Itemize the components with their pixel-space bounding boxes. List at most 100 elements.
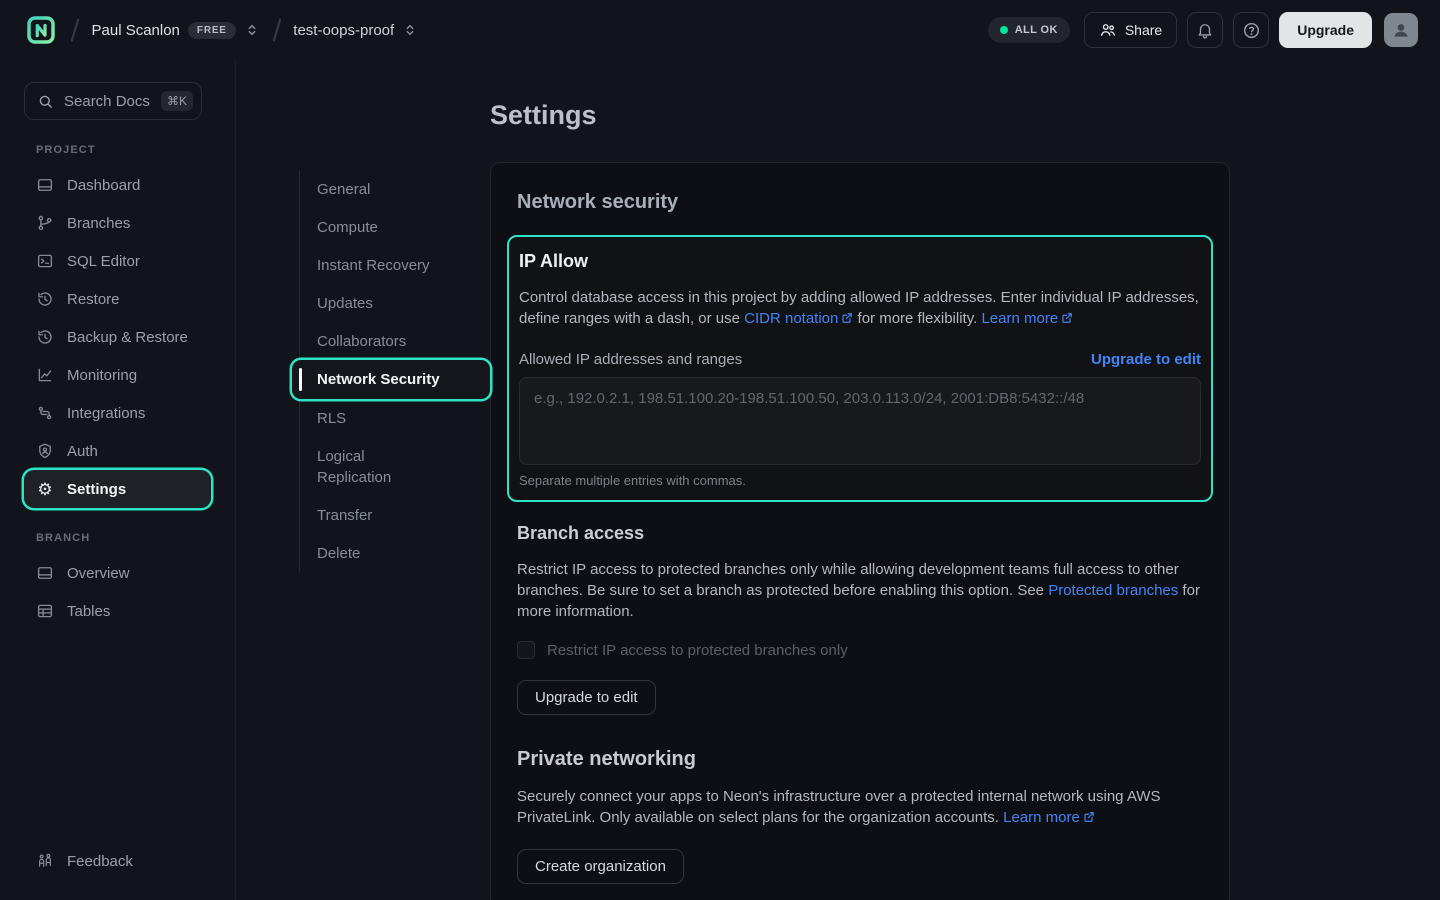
sidebar-item-settings[interactable]: ⚙ Settings — [24, 470, 211, 508]
ip-allow-desc-text: for more flexibility. — [853, 310, 981, 327]
neon-logo-icon — [25, 14, 57, 46]
protected-branches-link[interactable]: Protected branches — [1048, 582, 1178, 599]
sidebar-item-label: Monitoring — [67, 367, 137, 384]
feedback-label: Feedback — [67, 853, 133, 870]
sidebar-item-label: SQL Editor — [67, 253, 140, 270]
sidebar-item-branches[interactable]: Branches — [24, 204, 211, 242]
sidebar-item-monitoring[interactable]: Monitoring — [24, 356, 211, 394]
org-selector[interactable]: Paul Scanlon FREE — [92, 22, 260, 39]
subnav-item-delete[interactable]: Delete — [300, 534, 490, 572]
avatar[interactable] — [1384, 13, 1418, 47]
sidebar-item-label: Tables — [67, 603, 110, 620]
subnav-item-collaborators[interactable]: Collaborators — [300, 322, 490, 360]
backup-clock-icon — [36, 328, 54, 346]
subnav-item-instant-recovery[interactable]: Instant Recovery — [300, 246, 490, 284]
cidr-notation-link[interactable]: CIDR notation — [744, 310, 838, 327]
people-icon — [1099, 21, 1117, 39]
sidebar-item-label: Overview — [67, 565, 130, 582]
help-button[interactable] — [1233, 12, 1269, 48]
neon-console: Paul Scanlon FREE test-oops-proof ALL OK — [0, 0, 1440, 900]
ip-allow-title: IP Allow — [519, 251, 1201, 272]
project-selector[interactable]: test-oops-proof — [293, 22, 418, 39]
restrict-ip-checkbox-row: Restrict IP access to protected branches… — [517, 641, 1203, 659]
subnav-item-updates[interactable]: Updates — [300, 284, 490, 322]
upgrade-button[interactable]: Upgrade — [1279, 12, 1372, 48]
window-icon — [36, 176, 54, 194]
share-label: Share — [1125, 22, 1162, 38]
private-networking-description: Securely connect your apps to Neon's inf… — [517, 786, 1203, 828]
sidebar-item-overview[interactable]: Overview — [24, 554, 211, 592]
ip-help-text: Separate multiple entries with commas. — [519, 473, 1201, 488]
share-button[interactable]: Share — [1084, 12, 1177, 48]
network-security-card: Network security IP Allow Control databa… — [490, 162, 1230, 900]
breadcrumb-divider — [71, 18, 79, 41]
sidebar-item-auth[interactable]: Auth — [24, 432, 211, 470]
search-placeholder: Search Docs — [64, 93, 151, 110]
table-icon — [36, 602, 54, 620]
terminal-icon — [36, 252, 54, 270]
chevron-updown-icon — [244, 22, 260, 38]
ip-allow-highlight-box: IP Allow Control database access in this… — [507, 235, 1213, 502]
branch-icon — [36, 214, 54, 232]
sidebar-item-label: Integrations — [67, 405, 145, 422]
subnav-item-compute[interactable]: Compute — [300, 208, 490, 246]
breadcrumb-divider — [272, 18, 280, 41]
learn-more-link[interactable]: Learn more — [1003, 809, 1080, 826]
branch-nav: Overview Tables — [0, 554, 235, 630]
sidebar-item-label: Branches — [67, 215, 130, 232]
project-nav: Dashboard Branches SQL Editor Restore Ba… — [0, 166, 235, 508]
status-text: ALL OK — [1015, 24, 1058, 36]
sidebar-item-restore[interactable]: Restore — [24, 280, 211, 318]
create-organization-button[interactable]: Create organization — [517, 849, 684, 884]
sidebar-item-label: Settings — [67, 481, 126, 498]
sidebar-item-label: Auth — [67, 443, 98, 460]
subnav-item-network-security[interactable]: Network Security — [292, 360, 490, 399]
upgrade-to-edit-button[interactable]: Upgrade to edit — [517, 680, 656, 715]
question-circle-icon — [1242, 21, 1261, 40]
window-icon — [36, 564, 54, 582]
sidebar-item-backup-restore[interactable]: Backup & Restore — [24, 318, 211, 356]
restrict-ip-checkbox-label: Restrict IP access to protected branches… — [547, 642, 848, 659]
sidebar: Search Docs ⌘K PROJECT Dashboard Branche… — [0, 60, 236, 900]
private-networking-title: Private networking — [517, 748, 1203, 771]
sidebar-item-sql-editor[interactable]: SQL Editor — [24, 242, 211, 280]
subnav-item-transfer[interactable]: Transfer — [300, 496, 490, 534]
account-name: Paul Scanlon — [92, 22, 180, 39]
notifications-button[interactable] — [1187, 12, 1223, 48]
subnav-item-logical-replication[interactable]: Logical Replication — [300, 437, 490, 496]
feedback-people-icon — [36, 852, 54, 870]
subnav-item-rls[interactable]: RLS — [300, 399, 490, 437]
subnav-item-general[interactable]: General — [300, 170, 490, 208]
status-badge[interactable]: ALL OK — [988, 17, 1070, 43]
chart-icon — [36, 366, 54, 384]
project-name: test-oops-proof — [293, 22, 394, 39]
branch-access-description: Restrict IP access to protected branches… — [517, 559, 1203, 622]
sidebar-item-label: Restore — [67, 291, 120, 308]
external-link-icon — [841, 312, 853, 324]
ip-field-label: Allowed IP addresses and ranges — [519, 351, 742, 368]
external-link-icon — [1083, 811, 1095, 823]
bell-icon — [1196, 21, 1214, 39]
ip-allow-description: Control database access in this project … — [519, 287, 1201, 329]
feedback-button[interactable]: Feedback — [36, 852, 133, 870]
sidebar-item-tables[interactable]: Tables — [24, 592, 211, 630]
sidebar-item-label: Backup & Restore — [67, 329, 188, 346]
settings-subnav: General Compute Instant Recovery Updates… — [299, 170, 490, 900]
restrict-ip-checkbox[interactable] — [517, 641, 535, 659]
upgrade-to-edit-link[interactable]: Upgrade to edit — [1091, 351, 1201, 368]
search-icon — [37, 93, 54, 110]
search-input[interactable]: Search Docs ⌘K — [24, 82, 202, 120]
neon-logo[interactable] — [24, 13, 58, 47]
history-clock-icon — [36, 290, 54, 308]
page-title: Settings — [490, 100, 1230, 131]
ip-addresses-textarea[interactable] — [519, 377, 1201, 465]
sidebar-item-integrations[interactable]: Integrations — [24, 394, 211, 432]
chevron-updown-icon — [402, 22, 418, 38]
sidebar-item-dashboard[interactable]: Dashboard — [24, 166, 211, 204]
search-shortcut: ⌘K — [161, 91, 193, 111]
person-icon — [1391, 20, 1411, 40]
gear-icon: ⚙ — [36, 480, 54, 498]
learn-more-link[interactable]: Learn more — [981, 310, 1058, 327]
external-link-icon — [1061, 312, 1073, 324]
branch-access-title: Branch access — [517, 523, 1203, 544]
